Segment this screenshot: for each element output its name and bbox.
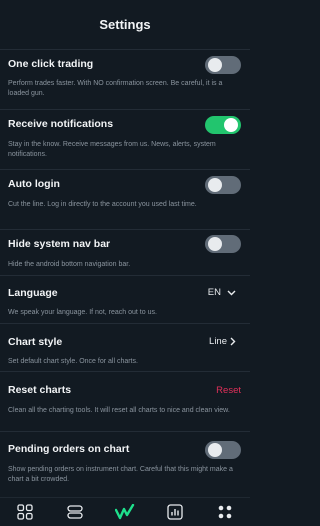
chart-icon <box>167 504 183 520</box>
setting-description: Perform trades faster. With NO confirmat… <box>8 80 223 97</box>
setting-pending-orders-on-chart: Pending orders on chart Show pending ord… <box>0 432 250 497</box>
setting-description: Clean all the charting tools. It will re… <box>8 407 230 414</box>
setting-description: Cut the line. Log in directly to the acc… <box>8 201 197 208</box>
toggle-knob <box>208 237 222 251</box>
setting-title: One click trading <box>8 58 94 70</box>
auto-login-toggle[interactable] <box>205 176 241 194</box>
setting-description: Set default chart style. Once for all ch… <box>8 358 138 365</box>
toggle-knob <box>208 58 222 72</box>
more-icon <box>218 505 232 519</box>
chevron-down-icon <box>227 290 236 295</box>
setting-language[interactable]: Language We speak your language. If not,… <box>0 276 250 324</box>
grid-icon <box>17 504 33 520</box>
nav-more-button[interactable] <box>210 500 240 524</box>
pending-orders-toggle[interactable] <box>205 441 241 459</box>
chart-style-selector[interactable]: Line <box>209 336 236 347</box>
setting-hide-system-nav-bar: Hide system nav bar Hide the android bot… <box>0 230 250 276</box>
nav-list-button[interactable] <box>60 500 90 524</box>
setting-description: Show pending orders on instrument chart.… <box>8 466 233 483</box>
setting-title: Auto login <box>8 178 60 190</box>
setting-title: Receive notifications <box>8 118 114 130</box>
chevron-right-icon <box>230 337 236 346</box>
nav-home-button[interactable] <box>110 500 140 524</box>
list-icon <box>67 505 83 519</box>
one-click-trading-toggle[interactable] <box>205 56 241 74</box>
nav-grid-button[interactable] <box>10 500 40 524</box>
setting-receive-notifications: Receive notifications Stay in the know. … <box>0 110 250 170</box>
setting-reset-charts: Reset charts Clean all the charting tool… <box>0 372 250 432</box>
language-dropdown[interactable]: EN <box>208 287 236 298</box>
bottom-navigation <box>0 497 250 526</box>
chart-style-value: Line <box>209 336 227 347</box>
setting-description: We speak your language. If not, reach ou… <box>8 309 157 316</box>
setting-description: Stay in the know. Receive messages from … <box>8 141 216 158</box>
toggle-knob <box>208 443 222 457</box>
language-value: EN <box>207 287 221 298</box>
receive-notifications-toggle[interactable] <box>205 116 241 134</box>
hide-system-nav-bar-toggle[interactable] <box>205 235 241 253</box>
setting-title: Hide system nav bar <box>8 238 111 250</box>
setting-description: Hide the android bottom navigation bar. <box>8 261 131 268</box>
setting-title: Pending orders on chart <box>8 443 130 455</box>
setting-title: Language <box>8 287 58 299</box>
toggle-knob <box>224 118 238 132</box>
nav-chart-button[interactable] <box>160 500 190 524</box>
setting-auto-login: Auto login Cut the line. Log in directly… <box>0 170 250 230</box>
setting-one-click-trading: One click trading Perform trades faster.… <box>0 50 250 110</box>
setting-title: Reset charts <box>8 384 72 396</box>
setting-chart-style[interactable]: Chart style Set default chart style. Onc… <box>0 324 250 372</box>
reset-charts-button[interactable]: Reset <box>216 385 241 396</box>
toggle-knob <box>208 178 222 192</box>
page-title: Settings <box>99 17 151 32</box>
setting-title: Chart style <box>8 336 63 348</box>
brand-logo-icon <box>115 504 135 520</box>
header-bar: Settings <box>0 0 250 50</box>
